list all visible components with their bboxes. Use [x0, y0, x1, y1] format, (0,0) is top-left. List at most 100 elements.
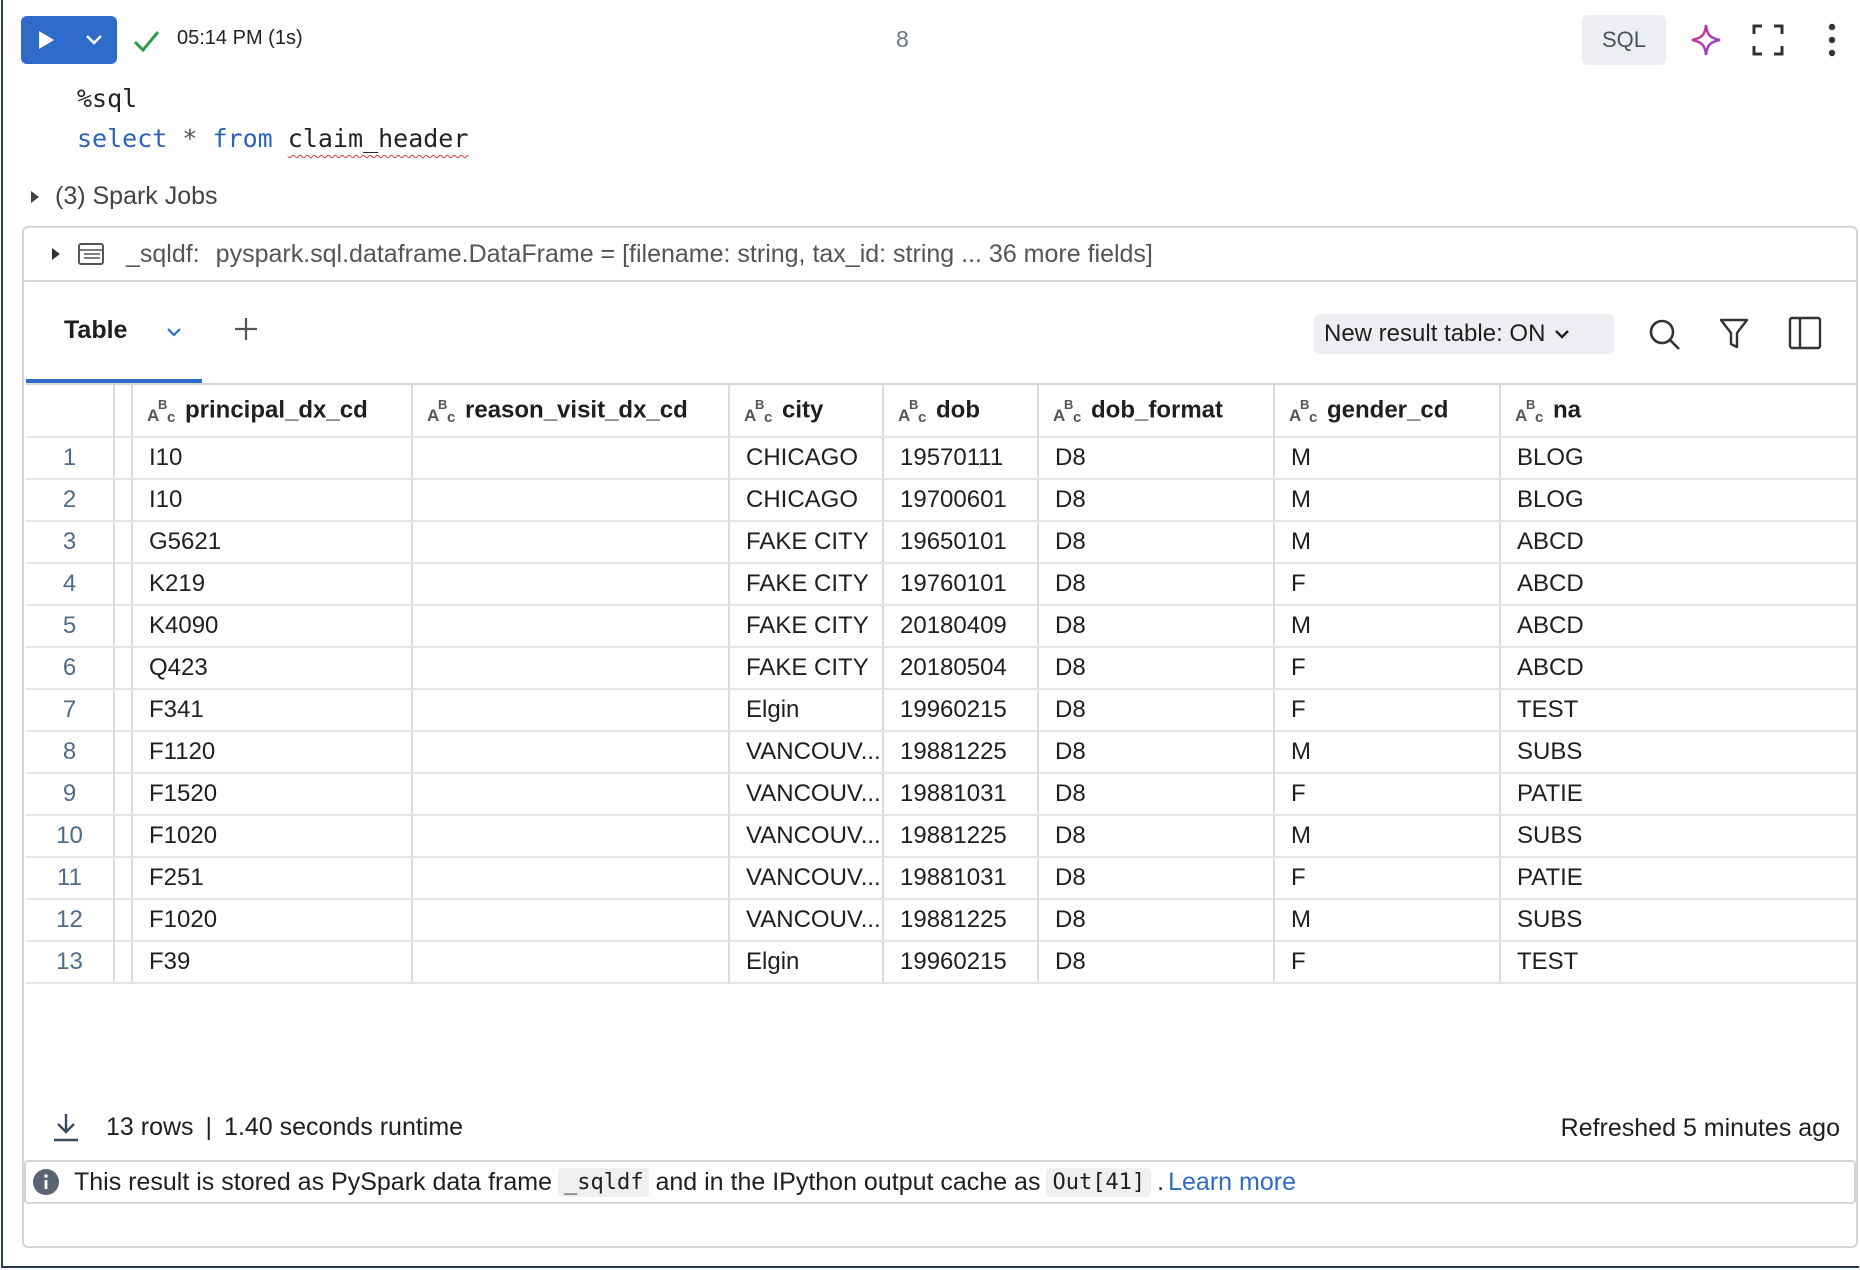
table-cell: G5621 [132, 521, 413, 564]
table-cell: D8 [1038, 521, 1275, 564]
row-selector[interactable] [114, 563, 133, 606]
table-cell: Q423 [132, 647, 413, 690]
row-selector[interactable] [114, 647, 133, 690]
dataframe-schema-row[interactable]: _sqldf: pyspark.sql.dataframe.DataFrame … [24, 228, 1856, 282]
column-header-reason-visit-dx-cd[interactable]: A Bc reason_visit_dx_cd [412, 385, 730, 438]
table-row[interactable]: 4 K219 FAKE CITY 19760101 D8 F ABCD [26, 563, 1856, 606]
check-icon [133, 31, 160, 53]
table-row[interactable]: 1 I10 CHICAGO 19570111 D8 M BLOG [26, 437, 1856, 480]
row-selector[interactable] [114, 689, 133, 732]
run-button[interactable] [21, 16, 71, 64]
selection-column-header [114, 385, 133, 438]
table-cell: CHICAGO [729, 437, 884, 480]
row-selector[interactable] [114, 941, 133, 984]
row-selector[interactable] [114, 857, 133, 900]
svg-text:B: B [158, 398, 167, 412]
column-header-dob-format[interactable]: A Bc dob_format [1038, 385, 1275, 438]
new-result-table-toggle[interactable]: New result table: ON [1314, 314, 1614, 354]
table-cell: 19881031 [883, 857, 1039, 900]
table-cell: 19881225 [883, 815, 1039, 858]
spark-jobs-label: (3) Spark Jobs [55, 182, 218, 210]
search-icon[interactable] [1646, 316, 1682, 352]
table-cell: CHICAGO [729, 479, 884, 522]
column-header-dob[interactable]: A Bc dob [883, 385, 1039, 438]
table-cell: 19960215 [883, 941, 1039, 984]
code-line-2[interactable]: select * from claim_header [77, 124, 468, 153]
row-selector[interactable] [114, 437, 133, 480]
row-count: 13 rows [106, 1112, 194, 1141]
expand-icon[interactable] [1751, 23, 1785, 57]
row-selector[interactable] [114, 605, 133, 648]
info-text-2: and in the IPython output cache as [655, 1167, 1041, 1196]
column-header-gender-cd[interactable]: A Bc gender_cd [1274, 385, 1501, 438]
row-selector[interactable] [114, 521, 133, 564]
table-cell: D8 [1038, 731, 1275, 774]
table-row[interactable]: 7 F341 Elgin 19960215 D8 F TEST [26, 689, 1856, 732]
row-selector[interactable] [114, 731, 133, 774]
runtime: 1.40 seconds runtime [224, 1112, 464, 1141]
cell-number: 8 [896, 26, 909, 52]
row-selector[interactable] [114, 899, 133, 942]
table-cell: PATIE [1500, 857, 1856, 900]
chevron-down-icon [86, 35, 102, 45]
table-row[interactable]: 11 F251 VANCOUV... 19881031 D8 F PATIE [26, 857, 1856, 900]
string-type-icon: ABc [1515, 398, 1543, 424]
sparkle-icon[interactable] [1689, 22, 1723, 58]
table-row[interactable]: 10 F1020 VANCOUV... 19881225 D8 M SUBS [26, 815, 1856, 858]
results-table-wrapper[interactable]: A Bc principal_dx_cd A Bc reason_visit_dx_cd A… [26, 383, 1856, 1094]
chevron-down-icon[interactable] [164, 322, 184, 342]
row-selector[interactable] [114, 773, 133, 816]
keyword-select: select [77, 124, 168, 153]
panel-icon[interactable] [1788, 316, 1822, 350]
table-row[interactable]: 5 K4090 FAKE CITY 20180409 D8 M ABCD [26, 605, 1856, 648]
table-row[interactable]: 3 G5621 FAKE CITY 19650101 D8 M ABCD [26, 521, 1856, 564]
code-line-1[interactable]: %sql [77, 84, 137, 113]
table-cell: K219 [132, 563, 413, 606]
table-cell: TEST [1500, 689, 1856, 732]
row-index: 5 [26, 605, 115, 648]
table-row[interactable]: 8 F1120 VANCOUV... 19881225 D8 M SUBS [26, 731, 1856, 774]
table-cell: F1020 [132, 815, 413, 858]
table-cell: D8 [1038, 437, 1275, 480]
run-options-dropdown[interactable] [71, 16, 117, 64]
column-header-label: city [782, 396, 824, 424]
table-row[interactable]: 9 F1520 VANCOUV... 19881031 D8 F PATIE [26, 773, 1856, 816]
download-icon[interactable] [52, 1112, 80, 1142]
table-cell: 19881031 [883, 773, 1039, 816]
tab-table[interactable]: Table [64, 316, 127, 345]
table-cell [412, 563, 730, 606]
column-header-label: dob [936, 396, 980, 424]
svg-text:c: c [447, 409, 455, 424]
kebab-icon[interactable] [1819, 21, 1845, 59]
plus-icon[interactable] [232, 314, 260, 344]
table-cell: 20180504 [883, 647, 1039, 690]
filter-icon[interactable] [1718, 316, 1750, 352]
row-index: 12 [26, 899, 115, 942]
table-cell: 19760101 [883, 563, 1039, 606]
table-row[interactable]: 12 F1020 VANCOUV... 19881225 D8 M SUBS [26, 899, 1856, 942]
table-cell: F [1274, 941, 1501, 984]
row-index: 10 [26, 815, 115, 858]
table-row[interactable]: 2 I10 CHICAGO 19700601 D8 M BLOG [26, 479, 1856, 522]
language-selector[interactable]: SQL [1582, 15, 1666, 65]
table-row[interactable]: 6 Q423 FAKE CITY 20180504 D8 F ABCD [26, 647, 1856, 690]
learn-more-link[interactable]: Learn more [1168, 1168, 1296, 1197]
row-selector[interactable] [114, 479, 133, 522]
table-cell: D8 [1038, 899, 1275, 942]
column-header-na[interactable]: A Bc na [1500, 385, 1856, 438]
table-cell: F [1274, 647, 1501, 690]
table-header-row: A Bc principal_dx_cd A Bc reason_visit_dx_cd A… [26, 385, 1856, 438]
table-row[interactable]: 13 F39 Elgin 19960215 D8 F TEST [26, 941, 1856, 984]
table-cell: PATIE [1500, 773, 1856, 816]
operator-star: * [182, 124, 198, 153]
column-header-city[interactable]: A Bc city [729, 385, 884, 438]
table-cell: F251 [132, 857, 413, 900]
column-header-principal-dx-cd[interactable]: A Bc principal_dx_cd [132, 385, 413, 438]
row-index: 13 [26, 941, 115, 984]
row-selector[interactable] [114, 815, 133, 858]
svg-text:c: c [1073, 409, 1081, 424]
spark-jobs-toggle[interactable]: (3) Spark Jobs [31, 182, 218, 211]
string-type-icon: ABc [1053, 398, 1081, 424]
footer-separator: | [205, 1112, 213, 1141]
table-cell [412, 731, 730, 774]
